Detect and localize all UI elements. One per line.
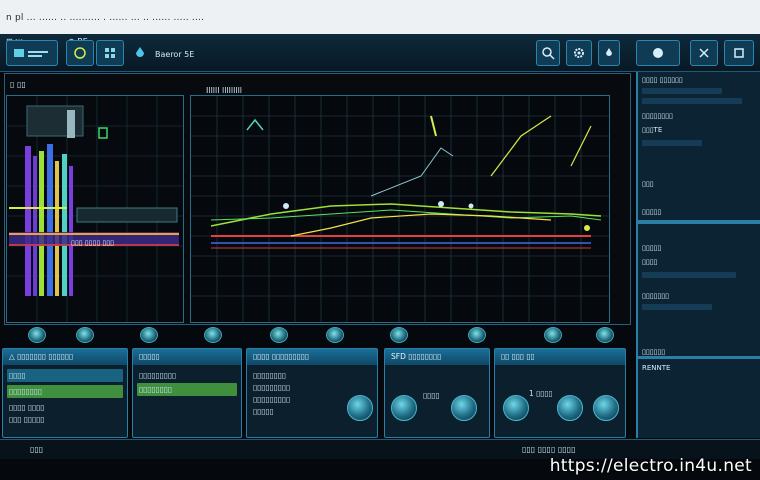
left-plot-canvas <box>7 96 183 322</box>
round-button[interactable] <box>557 395 583 421</box>
globe-icon <box>74 47 86 59</box>
card-line: ▯▯▯▯▯▯▯▯ <box>139 385 173 394</box>
knob[interactable] <box>140 327 158 343</box>
knob[interactable] <box>204 327 222 343</box>
round-button[interactable] <box>503 395 529 421</box>
search-button[interactable] <box>536 40 560 66</box>
round-button[interactable] <box>391 395 417 421</box>
card-line: ▯▯▯▯▯▯▯▯▯ <box>139 371 177 380</box>
sidebar-bar <box>642 98 742 104</box>
sidebar-item[interactable]: ▯▯▯▯▯▯▯▯ <box>642 112 673 120</box>
sidebar-item[interactable]: ▯▯▯▯▯ <box>642 244 661 252</box>
status-left-text: ▯▯▯ <box>30 445 44 454</box>
sidebar-item[interactable]: ▯▯▯ <box>642 180 654 188</box>
control-card-2: ▯▯▯▯▯ ▯▯▯▯▯▯▯▯▯ ▯▯▯▯▯▯▯▯ <box>132 348 242 438</box>
knob[interactable] <box>596 327 614 343</box>
card-line: ▯▯▯▯ ▯▯▯▯ <box>9 403 45 412</box>
left-plot[interactable]: ▯▯▯ ▯▯▯▯ ▯▯▯ <box>6 95 184 323</box>
app-icon <box>653 48 663 58</box>
sidebar-bar <box>642 88 722 94</box>
sidebar-bar <box>642 140 702 146</box>
bars-icon <box>14 49 48 57</box>
sidebar-item[interactable]: ▯▯▯▯▯ <box>642 208 661 216</box>
knob[interactable] <box>544 327 562 343</box>
window-button-3[interactable] <box>690 40 718 66</box>
knob[interactable] <box>270 327 288 343</box>
knob-row <box>0 323 630 347</box>
toolbar-button-3[interactable] <box>96 40 124 66</box>
card-header[interactable]: △ ▯▯▯▯▯▯▯ ▯▯▯▯▯▯ <box>3 349 127 365</box>
round-button[interactable] <box>347 395 373 421</box>
card-line: ▯▯▯ ▯▯▯▯▯ <box>9 415 45 424</box>
grid-icon <box>105 48 115 58</box>
card-line: ▯▯▯▯ <box>9 371 26 380</box>
drop-icon <box>606 48 612 56</box>
window-button-1[interactable] <box>598 40 620 66</box>
round-button[interactable] <box>451 395 477 421</box>
window-button-2[interactable] <box>636 40 680 66</box>
card-line: ▯▯▯▯▯▯▯▯ <box>9 387 43 396</box>
right-plot-canvas <box>191 96 609 322</box>
right-plot[interactable] <box>190 95 610 323</box>
card-header[interactable]: SFD ▯▯▯▯▯▯▯▯ <box>385 349 489 365</box>
card-line: ▯▯▯▯▯▯▯▯ <box>253 371 287 380</box>
left-plot-label: ▯▯▯ ▯▯▯▯ ▯▯▯ <box>71 239 114 247</box>
card-header[interactable]: ▯▯▯▯ ▯▯▯▯▯▯▯▯▯ <box>247 349 377 365</box>
knob[interactable] <box>468 327 486 343</box>
card-line: ▯▯▯▯▯ <box>253 407 274 416</box>
sidebar-item[interactable]: ▯▯▯▯ <box>642 258 657 266</box>
sidebar-item[interactable]: ▯▯▯TE <box>642 126 662 134</box>
round-button[interactable] <box>593 395 619 421</box>
knob[interactable] <box>28 327 46 343</box>
sidebar-divider <box>638 220 760 224</box>
knob[interactable] <box>76 327 94 343</box>
window-button-4[interactable] <box>724 40 754 66</box>
sidebar-item[interactable]: ▯▯▯▯▯▯ <box>642 348 665 356</box>
right-plot-header: Illlll lllllllll <box>206 86 243 95</box>
sidebar-bar <box>642 304 712 310</box>
sidebar-title: ▯▯▯▯ ▯▯▯▯▯▯ <box>642 76 683 84</box>
control-card-4: SFD ▯▯▯▯▯▯▯▯ ▯▯▯▯ <box>384 348 490 438</box>
left-plot-bars <box>25 144 178 296</box>
left-plot-header: ▯ ▯▯ <box>10 80 26 89</box>
sidebar-item[interactable]: RENNTE <box>642 364 670 372</box>
title-bar: n pl ... ...... .. .......... . ...... .… <box>0 0 760 34</box>
card-line: ▯▯▯▯ <box>423 391 440 400</box>
sidebar-divider <box>638 356 760 359</box>
status-right-text: ▯▯▯ ▯▯▯▯ ▯▯▯▯ <box>522 445 576 454</box>
sidebar: ▯▯▯▯ ▯▯▯▯▯▯ ▯▯▯▯▯▯▯▯ ▯▯▯TE ▯▯▯ ▯▯▯▯▯ ▯▯▯… <box>636 72 760 438</box>
control-card-5: ▯▯ ▯▯▯ ▯▯ 1 ▯▯▯▯ <box>494 348 626 438</box>
card-line: ▯▯▯▯▯▯▯▯▯ <box>253 383 291 392</box>
card-line: 1 ▯▯▯▯ <box>529 389 553 398</box>
control-card-1: △ ▯▯▯▯▯▯▯ ▯▯▯▯▯▯ ▯▯▯▯ ▯▯▯▯▯▯▯▯ ▯▯▯▯ ▯▯▯▯… <box>2 348 128 438</box>
sidebar-item[interactable]: ▯▯▯▯▯▯▯ <box>642 292 669 300</box>
settings-button[interactable] <box>566 40 592 66</box>
knob[interactable] <box>390 327 408 343</box>
knob[interactable] <box>326 327 344 343</box>
card-header[interactable]: ▯▯▯▯▯ <box>133 349 241 365</box>
watermark: https://electro.in4u.net <box>549 456 752 476</box>
sidebar-bar <box>642 272 736 278</box>
control-card-3: ▯▯▯▯ ▯▯▯▯▯▯▯▯▯ ▯▯▯▯▯▯▯▯ ▯▯▯▯▯▯▯▯▯ ▯▯▯▯▯▯… <box>246 348 378 438</box>
toolbar-button-4[interactable] <box>130 40 150 66</box>
card-header[interactable]: ▯▯ ▯▯▯ ▯▯ <box>495 349 625 365</box>
toolbar-button-1[interactable] <box>6 40 58 66</box>
gear-icon <box>574 48 584 58</box>
toolbar: ⊞ ⬚ ⊕ BE Baeror 5E <box>0 34 760 72</box>
card-line: ▯▯▯▯▯▯▯▯▯ <box>253 395 291 404</box>
toolbar-label: Baeror 5E <box>155 50 195 59</box>
toolbar-button-2[interactable] <box>66 40 94 66</box>
maximize-icon <box>734 48 744 58</box>
drop-icon <box>136 47 144 57</box>
search-icon <box>542 47 555 60</box>
window-title: n pl ... ...... .. .......... . ...... .… <box>6 13 205 23</box>
close-icon <box>699 48 709 58</box>
